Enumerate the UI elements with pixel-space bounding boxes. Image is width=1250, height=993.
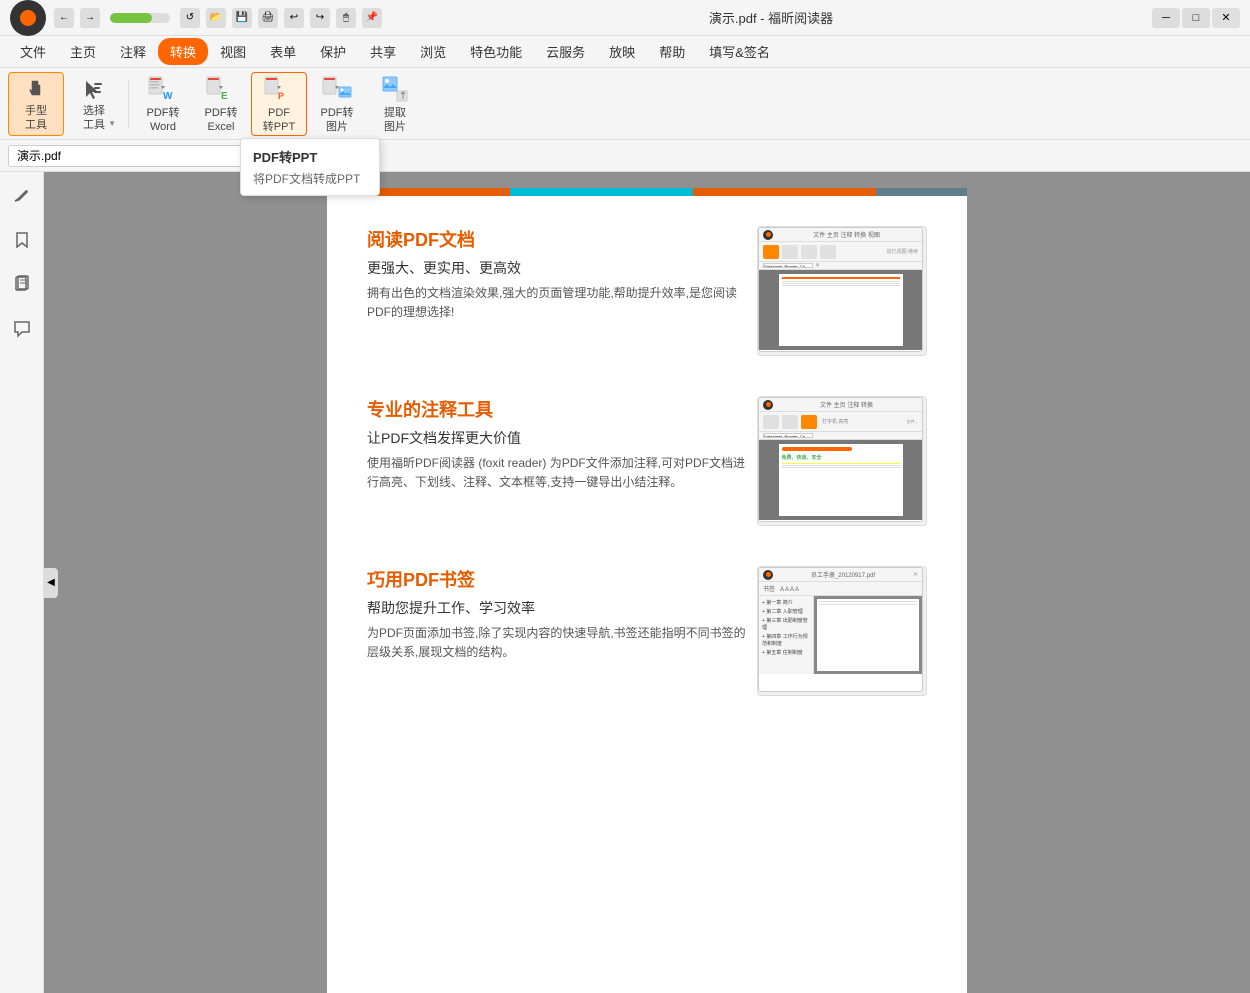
menu-fill-sign[interactable]: 填写&签名 <box>697 38 782 65</box>
section-bookmark-title: 巧用PDF书签 <box>367 566 747 592</box>
hand-icon <box>20 75 52 103</box>
pdf-to-word-btn[interactable]: W PDF转Word <box>135 72 191 136</box>
pdf-to-ppt-btn[interactable]: P PDF转PPT <box>251 72 307 136</box>
address-bar <box>0 140 1250 172</box>
select-icon <box>78 75 110 103</box>
toolbar-separator-1 <box>128 79 129 129</box>
hand-tool-label: 手型工具 <box>25 105 47 131</box>
window-title: 演示.pdf - 福昕阅读器 <box>390 8 1152 27</box>
back-btn[interactable]: ← <box>54 8 74 28</box>
section-read-preview: 文件 主页 注释 转换 视图 追忆视图 继续 <box>757 226 927 356</box>
sidebar-bookmark-icon[interactable] <box>6 224 38 256</box>
menu-bar: 文件 主页 注释 转换 视图 表单 保护 共享 浏览 特色功能 云服务 放映 帮… <box>0 36 1250 68</box>
print-btn[interactable]: 🖨 <box>258 8 278 28</box>
svg-text:W: W <box>163 91 173 102</box>
redo-btn[interactable]: ↪ <box>310 8 330 28</box>
pdf-section-read: 阅读PDF文档 更强大、更实用、更高效 拥有出色的文档渲染效果,强大的页面管理功… <box>367 226 927 356</box>
menu-view[interactable]: 视图 <box>208 38 258 65</box>
menu-protect[interactable]: 保护 <box>308 38 358 65</box>
sidebar-edit-icon[interactable] <box>6 180 38 212</box>
pin-btn[interactable]: 📌 <box>362 8 382 28</box>
pdf-to-word-icon: W <box>147 73 179 105</box>
cursor-btn[interactable]: 🖱 <box>336 8 356 28</box>
undo-btn[interactable]: ↩ <box>284 8 304 28</box>
section-annotate-preview: 文件 主页 注释 转换 打字机 高亮 文件... <box>757 396 927 526</box>
menu-browse[interactable]: 浏览 <box>408 38 458 65</box>
pdf-to-excel-btn[interactable]: E PDF转Excel <box>193 72 249 136</box>
maximize-btn[interactable]: □ <box>1182 8 1210 28</box>
toolbar: 手型工具 选择工具 ▼ W PDF转 <box>0 68 1250 140</box>
section-read-title: 阅读PDF文档 <box>367 226 747 252</box>
menu-cloud[interactable]: 云服务 <box>534 38 597 65</box>
tooltip-description: 将PDF文档转成PPT <box>253 170 367 187</box>
hand-tool-btn[interactable]: 手型工具 <box>8 72 64 136</box>
menu-share[interactable]: 共享 <box>358 38 408 65</box>
section-annotate-subtitle: 让PDF文档发挥更大价值 <box>367 428 747 448</box>
ppt-tooltip: PDF转PPT 将PDF文档转成PPT <box>240 138 380 196</box>
menu-form[interactable]: 表单 <box>258 38 308 65</box>
menu-annotate[interactable]: 注释 <box>108 38 158 65</box>
close-btn[interactable]: ✕ <box>1212 8 1240 28</box>
section-bookmark-preview: 员工手册_20120917.pdf ✕ 书签 A A A A + 第一章 简介 <box>757 566 927 696</box>
extract-image-label: 提取图片 <box>384 107 406 133</box>
top-color-bar <box>327 188 967 196</box>
pdf-to-ppt-icon: P <box>263 73 295 105</box>
select-tool-btn[interactable]: 选择工具 ▼ <box>66 72 122 136</box>
menu-help[interactable]: 帮助 <box>647 38 697 65</box>
select-tool-label: 选择工具 <box>83 105 105 131</box>
pdf-to-excel-label: PDF转Excel <box>205 107 238 133</box>
left-sidebar: ◀ <box>0 172 44 993</box>
open-btn[interactable]: 📂 <box>206 8 226 28</box>
svg-text:E: E <box>221 91 228 102</box>
section-read-desc: 拥有出色的文档渲染效果,强大的页面管理功能,帮助提升效率,是您阅读PDF的理想选… <box>367 284 747 322</box>
menu-home[interactable]: 主页 <box>58 38 108 65</box>
document-area[interactable]: 阅读PDF文档 更强大、更实用、更高效 拥有出色的文档渲染效果,强大的页面管理功… <box>44 172 1250 993</box>
section-bookmark-subtitle: 帮助您提升工作、学习效率 <box>367 598 747 618</box>
title-bar-controls: ← → ↺ 📂 💾 🖨 ↩ ↪ 🖱 📌 <box>54 8 382 28</box>
pdf-to-image-btn[interactable]: PDF转图片 <box>309 72 365 136</box>
tooltip-title: PDF转PPT <box>253 147 367 166</box>
pdf-page: 阅读PDF文档 更强大、更实用、更高效 拥有出色的文档渲染效果,强大的页面管理功… <box>327 188 967 993</box>
app-logo <box>10 0 46 36</box>
pdf-to-image-label: PDF转图片 <box>321 107 354 133</box>
refresh-btn[interactable]: ↺ <box>180 8 200 28</box>
section-bookmark-desc: 为PDF页面添加书签,除了实现内容的快速导航,书签还能指明不同书签的层级关系,展… <box>367 624 747 662</box>
pdf-to-image-icon <box>321 73 353 105</box>
section-annotate-title: 专业的注释工具 <box>367 396 747 422</box>
svg-text:P: P <box>278 91 284 101</box>
menu-convert[interactable]: 转换 <box>158 38 208 65</box>
main-content: ◀ 阅读PDF文档 更强大、更实用、更高效 拥有出色的文档渲染 <box>0 172 1250 993</box>
chevron-left-icon: ◀ <box>47 577 55 588</box>
save-btn[interactable]: 💾 <box>232 8 252 28</box>
sidebar-comment-icon[interactable] <box>6 312 38 344</box>
pdf-to-word-label: PDF转Word <box>147 107 180 133</box>
pdf-section-annotate: 专业的注释工具 让PDF文档发挥更大价值 使用福昕PDF阅读器 (foxit r… <box>367 396 927 526</box>
pdf-to-excel-icon: E <box>205 73 237 105</box>
menu-file[interactable]: 文件 <box>8 38 58 65</box>
section-read-subtitle: 更强大、更实用、更高效 <box>367 258 747 278</box>
forward-btn[interactable]: → <box>80 8 100 28</box>
extract-image-icon <box>379 73 411 105</box>
menu-features[interactable]: 特色功能 <box>458 38 534 65</box>
window-controls: ─ □ ✕ <box>1152 8 1240 28</box>
sidebar-pages-icon[interactable] <box>6 268 38 300</box>
extract-image-btn[interactable]: 提取图片 <box>367 72 423 136</box>
sidebar-collapse-btn[interactable]: ◀ <box>44 568 58 598</box>
pdf-section-bookmark: 巧用PDF书签 帮助您提升工作、学习效率 为PDF页面添加书签,除了实现内容的快… <box>367 566 927 696</box>
title-bar: ← → ↺ 📂 💾 🖨 ↩ ↪ 🖱 📌 演示.pdf - 福昕阅读器 ─ □ ✕ <box>0 0 1250 36</box>
minimize-btn[interactable]: ─ <box>1152 8 1180 28</box>
section-annotate-desc: 使用福昕PDF阅读器 (foxit reader) 为PDF文件添加注释,可对P… <box>367 454 747 492</box>
pdf-to-ppt-label: PDF转PPT <box>263 107 295 133</box>
menu-present[interactable]: 放映 <box>597 38 647 65</box>
